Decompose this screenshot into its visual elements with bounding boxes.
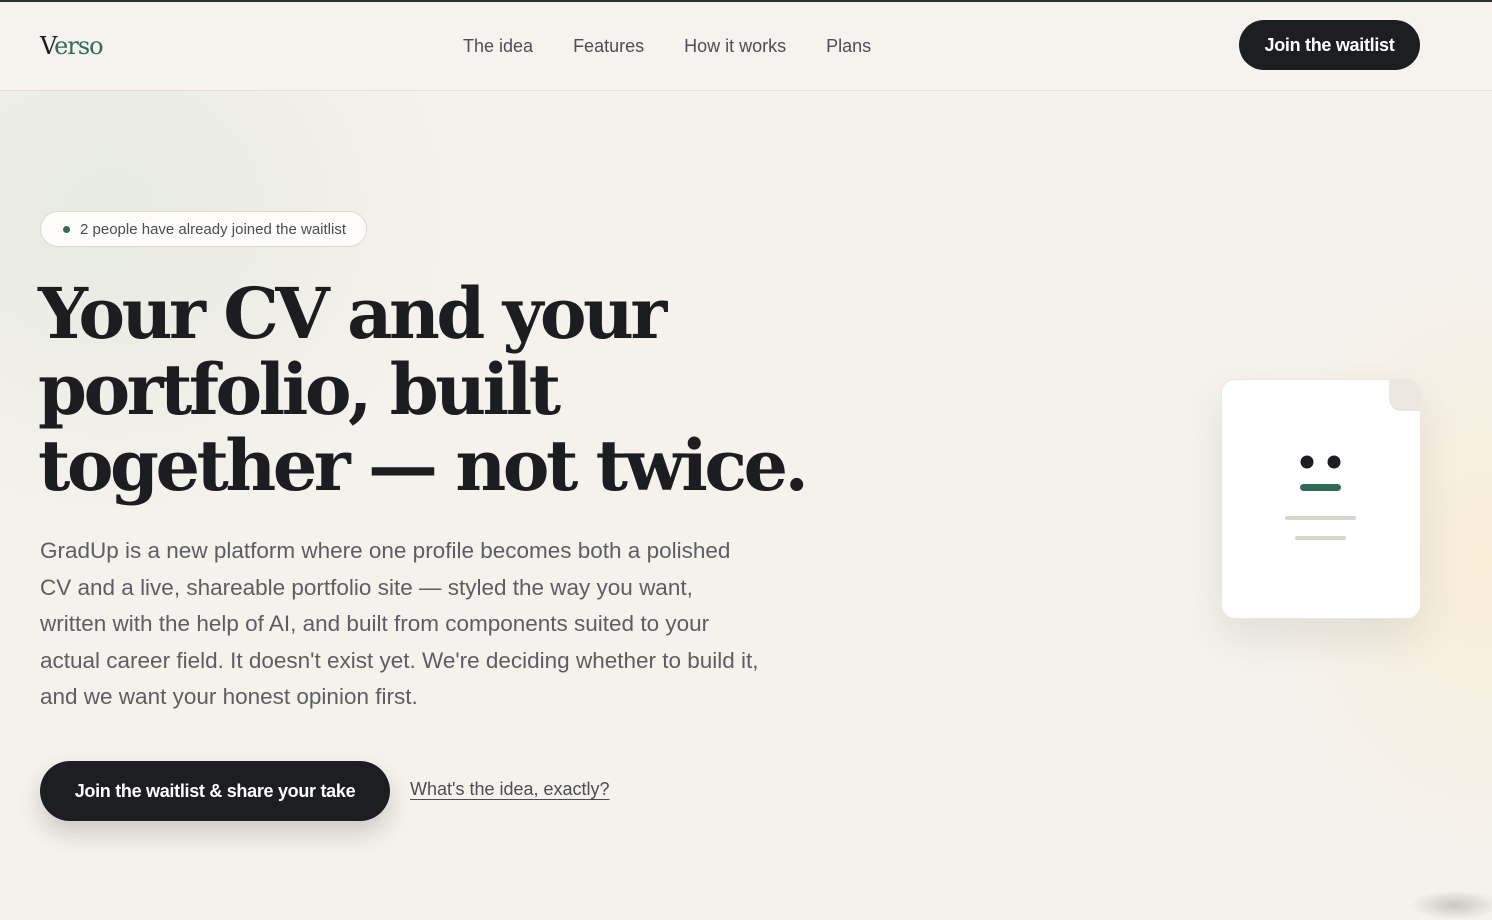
hero-title-line-3: together — not twice.	[38, 424, 809, 507]
doc-line-1	[1285, 516, 1356, 520]
brand-logo-initial: V	[40, 32, 55, 60]
brand-logo-rest: erso	[54, 32, 103, 60]
hero-title: Your CV and your portfolio, built togeth…	[38, 272, 809, 507]
hero-title-line-1: Your CV and your	[38, 272, 667, 355]
scroll-shadow	[1410, 890, 1492, 920]
brand-logo[interactable]: Verso	[40, 31, 104, 61]
doc-line-2	[1295, 536, 1346, 540]
nav-link-plans[interactable]: Plans	[826, 35, 871, 57]
nav-link-features[interactable]: Features	[573, 35, 644, 57]
document-face-graphic	[1285, 455, 1356, 540]
status-dot-icon	[63, 225, 70, 233]
whats-the-idea-link[interactable]: What's the idea, exactly?	[410, 779, 610, 800]
waitlist-count-text: 2 people have already joined the waitlis…	[80, 220, 347, 238]
nav-link-how-it-works[interactable]: How it works	[684, 35, 786, 57]
hero-title-line-2: portfolio, built	[38, 348, 561, 431]
primary-nav: The idea Features How it works Plans	[463, 35, 871, 57]
face-right-eye	[1327, 455, 1341, 469]
document-face-icon	[1221, 379, 1421, 619]
nav-link-the-idea[interactable]: The idea	[463, 35, 533, 57]
navbar: Verso The idea Features How it works Pla…	[0, 2, 1492, 91]
join-waitlist-nav-button[interactable]: Join the waitlist	[1239, 20, 1420, 70]
join-waitlist-share-button[interactable]: Join the waitlist & share your take	[40, 761, 390, 821]
face-left-eye	[1300, 455, 1314, 469]
face-mouth	[1300, 484, 1341, 491]
hero-description: GradUp is a new platform where one profi…	[40, 538, 759, 710]
waitlist-count-badge: 2 people have already joined the waitlis…	[40, 211, 368, 247]
